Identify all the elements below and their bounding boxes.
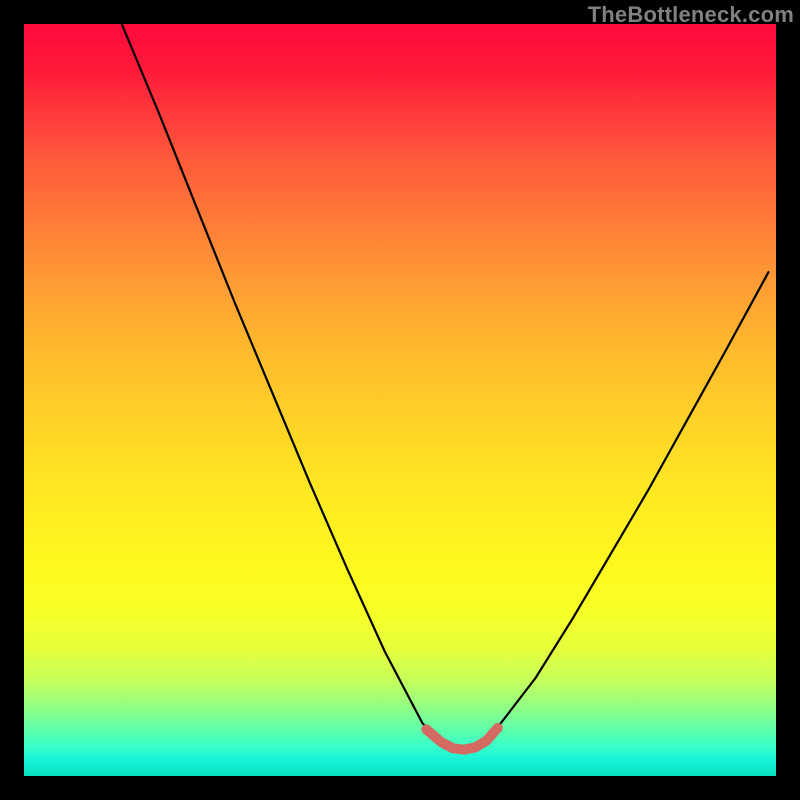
- chart-frame: TheBottleneck.com: [0, 0, 800, 800]
- chart-svg-layer: [24, 24, 776, 776]
- valley-marker: [426, 728, 497, 750]
- watermark-text: TheBottleneck.com: [588, 2, 794, 28]
- bottleneck-curve: [122, 24, 769, 750]
- chart-plot-area: [24, 24, 776, 776]
